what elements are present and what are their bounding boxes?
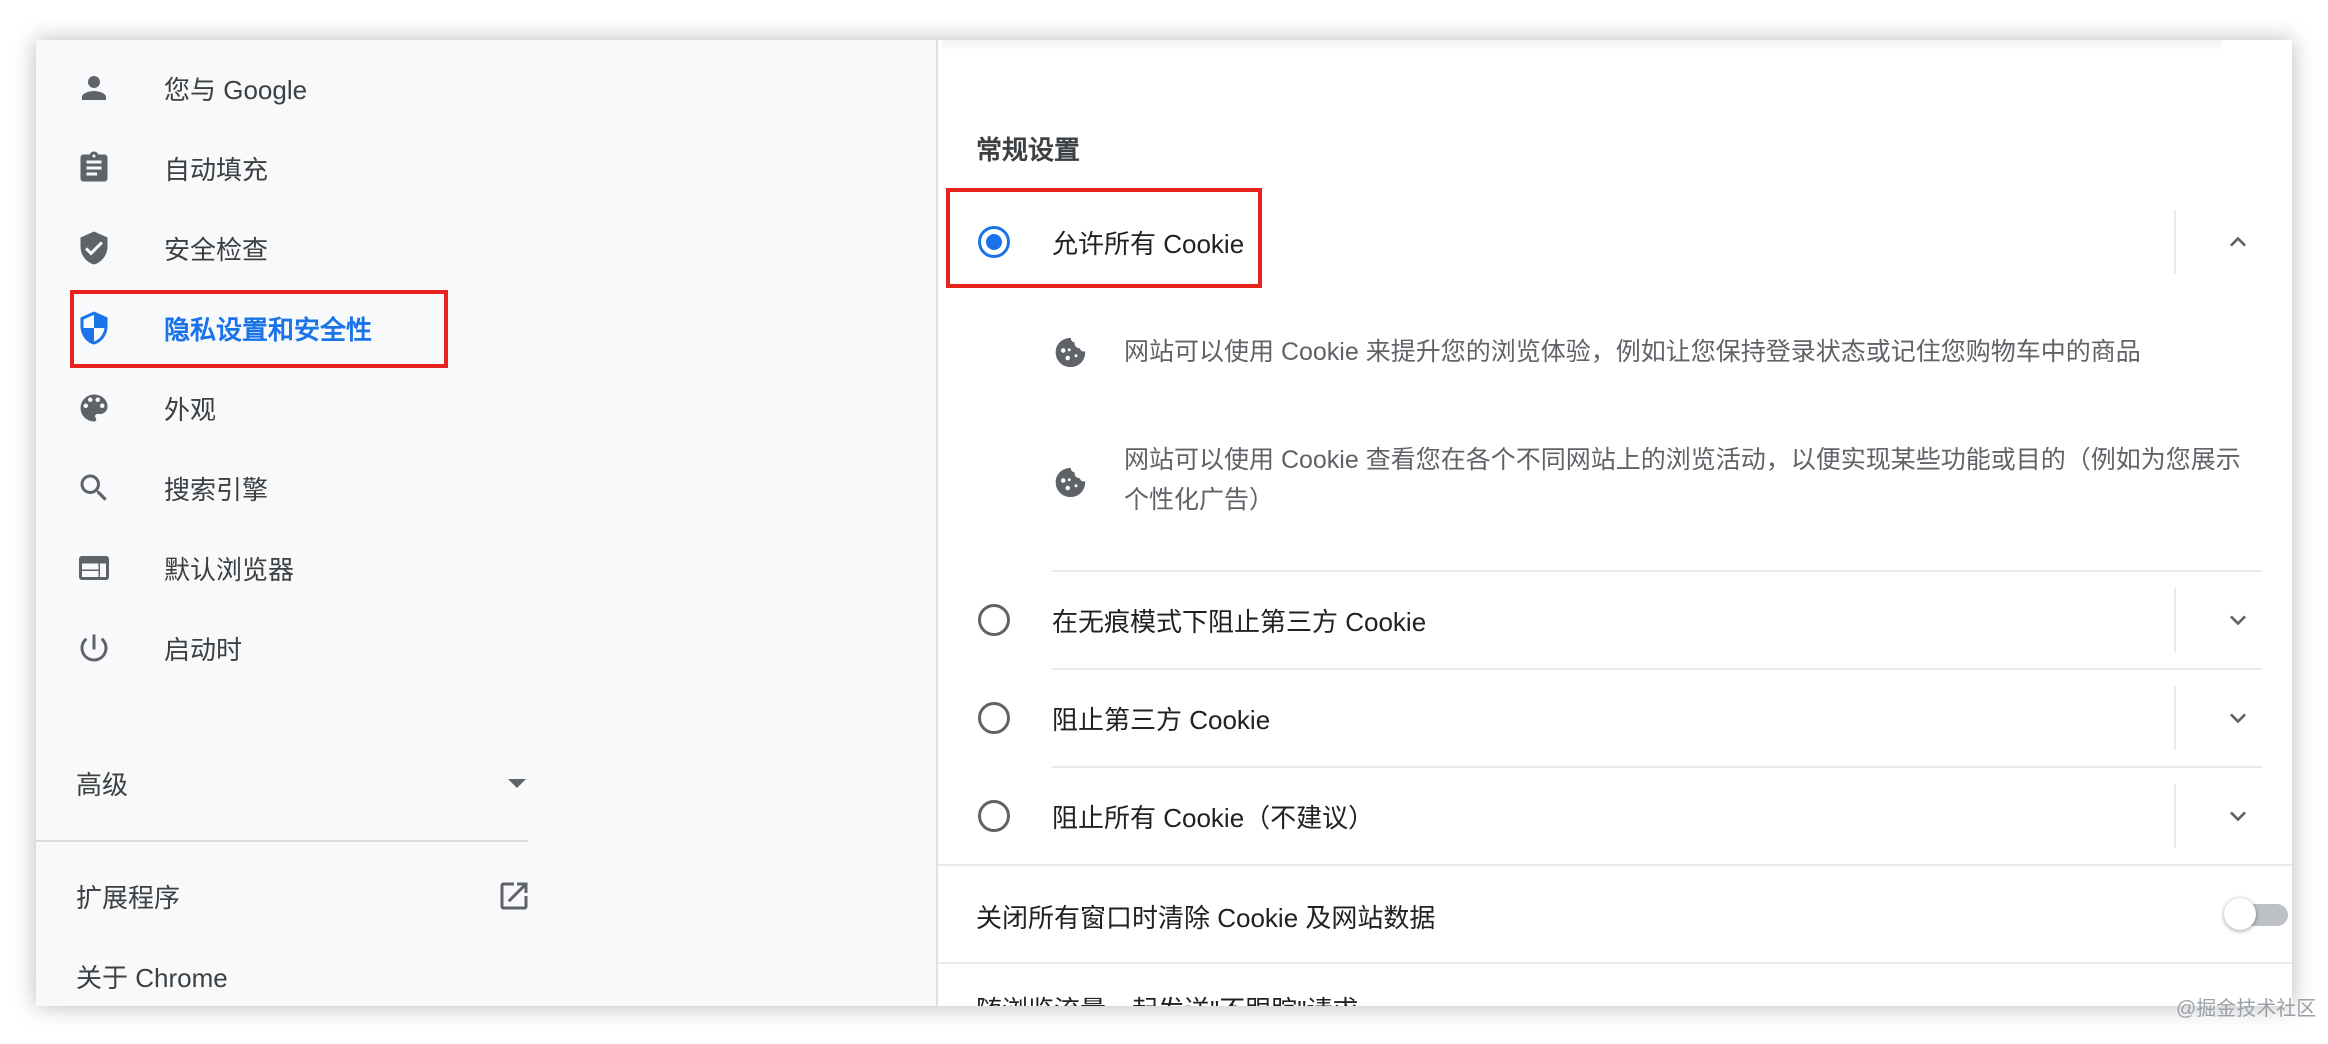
section-title: 常规设置	[976, 135, 1081, 165]
cookie-description: 网站可以使用 Cookie 查看您在各个不同网站上的浏览活动，以便实现某些功能或…	[1124, 446, 2241, 514]
expand-button[interactable]	[2218, 698, 2258, 738]
row-separator	[2174, 588, 2176, 652]
radio-button-allow-all[interactable]	[978, 226, 1010, 258]
radio-label: 阻止第三方 Cookie	[1052, 705, 1271, 735]
sidebar-item-label: 搜索引擎	[164, 474, 269, 505]
sidebar: 您与 Google 自动填充 安全检查 隐私设置和安全性 外观 搜索引擎 默认浏…	[36, 40, 936, 1006]
row-separator	[2174, 784, 2176, 848]
clipboard-icon	[76, 150, 112, 186]
cookie-icon	[1052, 464, 1088, 500]
open-in-new-icon	[496, 878, 532, 914]
sidebar-item-label: 外观	[164, 394, 217, 425]
sidebar-item-privacy-and-security[interactable]: 隐私设置和安全性	[36, 288, 536, 368]
sidebar-item-label: 自动填充	[164, 154, 269, 185]
sidebar-item-about-chrome[interactable]: 关于 Chrome	[76, 936, 532, 1006]
about-chrome-label: 关于 Chrome	[76, 962, 228, 993]
search-icon	[76, 470, 112, 506]
sidebar-item-label: 默认浏览器	[164, 554, 295, 585]
clear-cookies-on-exit-toggle[interactable]	[2224, 898, 2288, 930]
sidebar-item-appearance[interactable]: 外观	[36, 368, 536, 448]
extensions-label: 扩展程序	[76, 882, 181, 913]
chevron-down-icon	[2230, 811, 2246, 822]
chevron-up-icon	[2230, 236, 2246, 247]
sidebar-item-on-startup[interactable]: 启动时	[36, 608, 536, 688]
sidebar-item-default-browser[interactable]: 默认浏览器	[36, 528, 536, 608]
collapse-button[interactable]	[2218, 222, 2258, 262]
cookie-icon	[1052, 334, 1088, 370]
card-top-edge	[942, 40, 2222, 52]
sidebar-item-safety-check[interactable]: 安全检查	[36, 208, 536, 288]
sidebar-divider	[36, 840, 528, 842]
sidebar-item-extensions[interactable]: 扩展程序	[76, 856, 532, 936]
sidebar-item-label: 隐私设置和安全性	[164, 314, 373, 345]
radio-label: 在无痕模式下阻止第三方 Cookie	[1052, 607, 1427, 637]
sidebar-item-label: 启动时	[164, 634, 243, 665]
sidebar-item-search-engine[interactable]: 搜索引擎	[36, 448, 536, 528]
shield-check-icon	[76, 230, 112, 266]
browser-window-icon	[76, 550, 112, 586]
sidebar-advanced-toggle[interactable]: 高级	[76, 743, 526, 823]
sidebar-item-autofill[interactable]: 自动填充	[36, 128, 536, 208]
cookie-settings-card: 常规设置 允许所有 Cookie 网站可以使用 Cookie 来提升您的浏览体验…	[936, 40, 2292, 1006]
radio-button-block-third-party[interactable]	[978, 702, 1010, 734]
shield-privacy-icon	[76, 310, 112, 346]
settings-window: 您与 Google 自动填充 安全检查 隐私设置和安全性 外观 搜索引擎 默认浏…	[36, 40, 2292, 1006]
advanced-label: 高级	[76, 769, 129, 800]
do-not-track-label[interactable]: 随浏览流量一起发送"不跟踪"请求	[976, 990, 1358, 1006]
toggle-knob	[2224, 898, 2256, 930]
expand-button[interactable]	[2218, 600, 2258, 640]
radio-option-block-third-party[interactable]: 阻止第三方 Cookie	[938, 670, 2292, 766]
radio-button-block-all[interactable]	[978, 800, 1010, 832]
sidebar-item-label: 安全检查	[164, 234, 269, 265]
sidebar-item-label: 您与 Google	[164, 74, 308, 105]
radio-option-block-third-party-incognito[interactable]: 在无痕模式下阻止第三方 Cookie	[938, 572, 2292, 668]
person-icon	[76, 70, 112, 106]
cookie-description: 网站可以使用 Cookie 来提升您的浏览体验，例如让您保持登录状态或记住您购物…	[1124, 338, 2141, 366]
chevron-down-icon	[2230, 713, 2246, 724]
row-separator	[2174, 686, 2176, 750]
power-icon	[76, 630, 112, 666]
expand-button[interactable]	[2218, 796, 2258, 836]
chevron-down-icon	[2230, 615, 2246, 626]
radio-button-block-third-party-incognito[interactable]	[978, 604, 1010, 636]
radio-label: 允许所有 Cookie	[1052, 229, 1245, 259]
radio-option-allow-all[interactable]: 允许所有 Cookie	[938, 194, 2292, 290]
clear-cookies-on-exit-row[interactable]: 关闭所有窗口时清除 Cookie 及网站数据	[938, 866, 2292, 962]
palette-icon	[76, 390, 112, 426]
clear-cookies-on-exit-label: 关闭所有窗口时清除 Cookie 及网站数据	[976, 903, 1436, 933]
radio-label: 阻止所有 Cookie（不建议）	[1052, 803, 1375, 833]
caret-down-icon	[508, 778, 526, 788]
row-separator	[2174, 210, 2176, 274]
watermark: @掘金技术社区	[2176, 998, 2317, 1020]
radio-option-block-all[interactable]: 阻止所有 Cookie（不建议）	[938, 768, 2292, 864]
sidebar-item-you-and-google[interactable]: 您与 Google	[36, 48, 536, 128]
section-divider	[938, 962, 2292, 964]
